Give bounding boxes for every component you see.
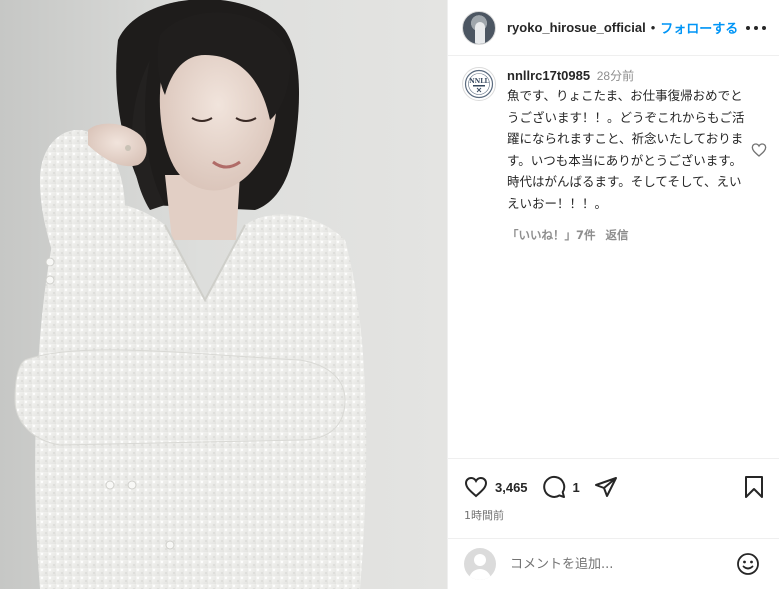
comment-likes-count[interactable]: 「いいね！」7件 (507, 227, 596, 243)
comment-text: 魚です、りょこたま、お仕事復帰おめでとうございます！！。どうぞこれからもご活躍に… (507, 88, 745, 211)
bookmark-button[interactable] (743, 475, 765, 504)
comment-time[interactable]: 28分前 (597, 69, 634, 83)
comment-reply-button[interactable]: 返信 (606, 227, 629, 243)
comment-input[interactable] (510, 556, 730, 572)
comments-count[interactable]: 1 (573, 480, 580, 495)
more-horizontal-icon[interactable] (746, 18, 766, 38)
commenter-avatar[interactable]: NNLL (462, 67, 496, 101)
comment-body: nnllrc17t0985 28分前 魚です、りょこたま、お仕事復帰おめでとうご… (507, 67, 767, 243)
emoji-icon[interactable] (736, 552, 760, 581)
comment-item: NNLL nnllrc17t0985 28分前 魚です、りょこたま、お仕事復帰お… (462, 67, 772, 243)
heart-icon (464, 476, 488, 498)
post-side-panel: ryoko_hirosue_official • フォローする NNLL nnl… (447, 0, 779, 589)
instagram-post: ryoko_hirosue_official • フォローする NNLL nnl… (0, 0, 779, 589)
comment-icon (542, 475, 565, 498)
add-comment-bar (448, 538, 779, 589)
follow-button[interactable]: フォローする (660, 18, 738, 37)
current-user-avatar (464, 548, 496, 580)
share-icon (594, 477, 617, 497)
comment-like-heart-icon[interactable] (751, 142, 767, 163)
commenter-logo-text: NNLL (469, 78, 489, 85)
action-row: 3,465 1 (464, 475, 618, 499)
commenter-logo-icon: NNLL (464, 69, 494, 99)
commenter-username[interactable]: nnllrc17t0985 (507, 68, 590, 83)
bookmark-icon (745, 476, 763, 498)
owner-username[interactable]: ryoko_hirosue_official (507, 20, 646, 35)
likes-count[interactable]: 3,465 (495, 480, 528, 495)
owner-avatar[interactable] (462, 10, 496, 45)
post-header: ryoko_hirosue_official • フォローする (448, 0, 779, 56)
like-button[interactable] (464, 475, 488, 499)
comment-button[interactable] (542, 475, 566, 499)
share-button[interactable] (594, 475, 618, 499)
post-photo[interactable] (0, 0, 447, 589)
post-timestamp[interactable]: 1時間前 (464, 507, 504, 523)
comment-meta: nnllrc17t0985 28分前 (507, 67, 767, 85)
separator-dot: • (650, 20, 656, 35)
comment-actions: 「いいね！」7件 返信 (507, 227, 767, 243)
photo-illustration (0, 0, 447, 589)
